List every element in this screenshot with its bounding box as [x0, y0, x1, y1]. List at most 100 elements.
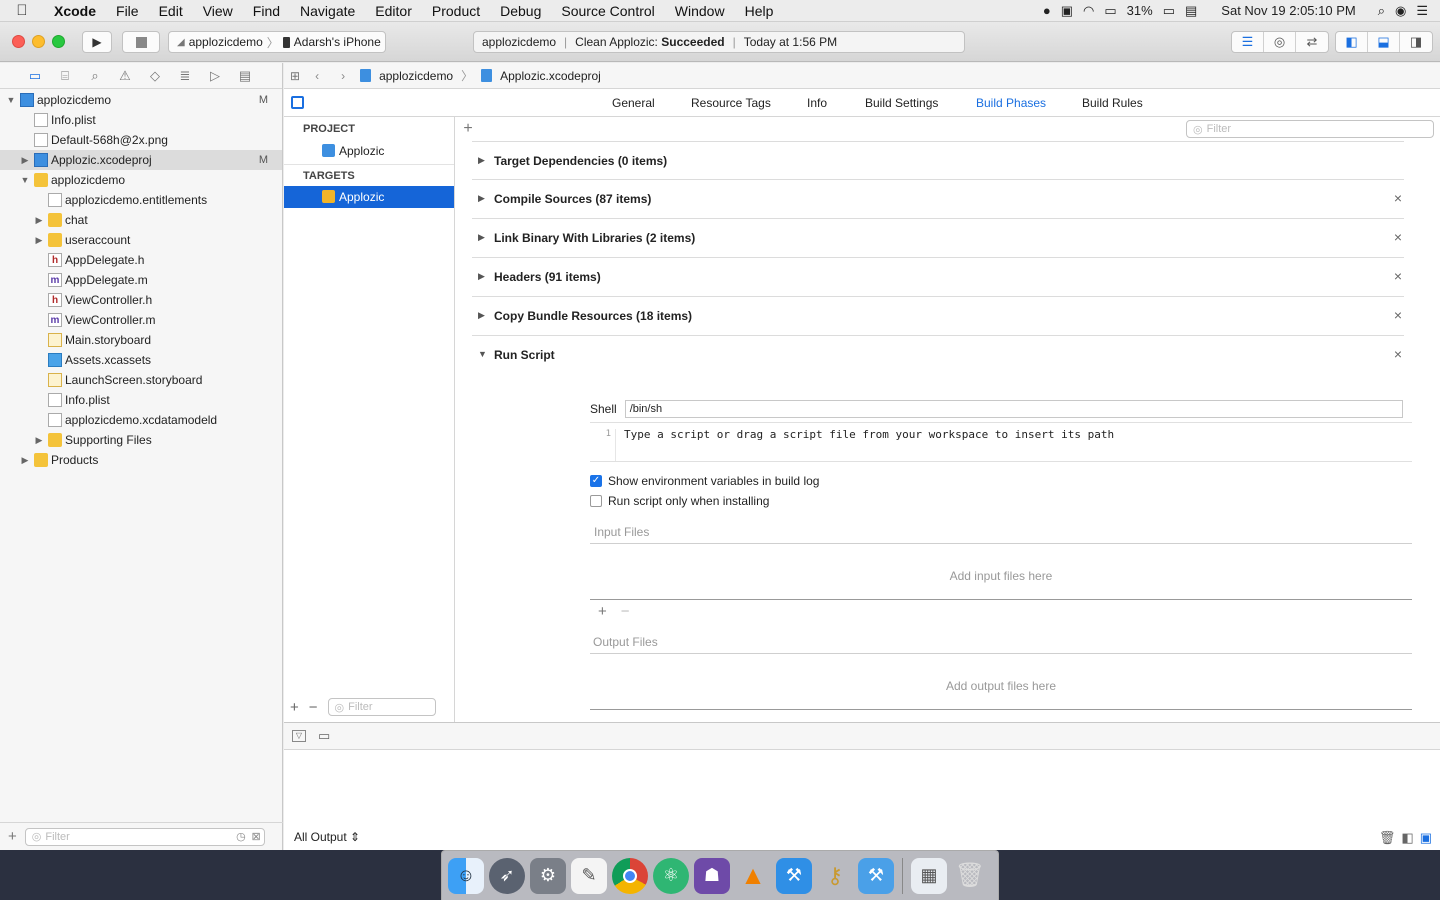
scm-filter-icon[interactable]: ⊠	[252, 830, 261, 843]
menu-view[interactable]: View	[193, 0, 243, 22]
keychain-icon[interactable]: ⚷	[817, 858, 853, 894]
phase-target-dependencies[interactable]: ▶ Target Dependencies (0 items)	[472, 141, 1404, 180]
report-icon[interactable]: ▤	[230, 68, 260, 84]
input-files-empty[interactable]: Add input files here	[590, 569, 1412, 583]
tree-row-group[interactable]: ▶ useraccount	[0, 230, 282, 250]
stop-button[interactable]	[122, 31, 160, 53]
clock[interactable]: Sat Nov 19 2:05:10 PM	[1221, 3, 1355, 18]
navigator-toggle-icon[interactable]: ◧	[1336, 32, 1368, 52]
output-selector[interactable]: All Output ⇕	[294, 830, 360, 844]
tab-resource-tags[interactable]: Resource Tags	[691, 96, 771, 110]
standard-editor-icon[interactable]: ☰	[1232, 32, 1264, 52]
show-env-vars-checkbox[interactable]: ✓ Show environment variables in build lo…	[590, 474, 819, 488]
version-editor-icon[interactable]: ⇄	[1296, 32, 1328, 52]
phase-link-binary[interactable]: ▶ Link Binary With Libraries (2 items) ×	[472, 219, 1404, 258]
apple-menu-icon[interactable]: 	[0, 2, 44, 19]
delete-phase-icon[interactable]: ×	[1394, 268, 1402, 284]
menu-file[interactable]: File	[106, 0, 149, 22]
disclosure-open-icon[interactable]: ▼	[6, 90, 16, 110]
system-preferences-icon[interactable]: ⚙	[530, 857, 566, 894]
tab-build-phases[interactable]: Build Phases	[976, 96, 1046, 110]
shell-input[interactable]: /bin/sh	[624, 400, 1403, 418]
tree-row-file[interactable]: Main.storyboard	[0, 330, 282, 350]
textedit-icon[interactable]: ✎	[571, 857, 607, 894]
tab-build-rules[interactable]: Build Rules	[1082, 96, 1143, 110]
menu-source-control[interactable]: Source Control	[551, 0, 664, 22]
minimize-window-button[interactable]	[32, 35, 45, 48]
phase-run-script[interactable]: ▼ Run Script ×	[472, 336, 1404, 375]
atom-icon[interactable]: ⚛	[653, 857, 689, 894]
vlc-icon[interactable]: ▲	[735, 858, 771, 894]
github-desktop-icon[interactable]: ☗	[694, 857, 730, 894]
notification-center-icon[interactable]: ☰	[1416, 3, 1428, 19]
utilities-toggle-icon[interactable]: ◨	[1400, 32, 1432, 52]
tree-row-group[interactable]: ▶ Supporting Files	[0, 430, 282, 450]
forward-arrow-icon[interactable]: ›	[334, 69, 352, 83]
battery-percent[interactable]: 31%	[1127, 3, 1153, 18]
targets-filter-input[interactable]: ◎ Filter	[327, 698, 436, 716]
hide-debug-area-icon[interactable]: ▽	[292, 730, 306, 742]
xcode-icon[interactable]: ⚒	[776, 857, 812, 894]
trash-icon[interactable]: 🗑	[1379, 830, 1396, 846]
warning-icon[interactable]: ⚠	[110, 68, 140, 84]
assistant-editor-icon[interactable]: ◎	[1264, 32, 1296, 52]
certificate-icon[interactable]: ▦	[911, 857, 947, 894]
tree-row-xcodeproj[interactable]: ▶ Applozic.xcodeproj M	[0, 150, 282, 170]
tree-row-file[interactable]: h ViewController.h	[0, 290, 282, 310]
spotlight-icon[interactable]: ⌕	[1378, 3, 1385, 19]
tab-general[interactable]: General	[612, 96, 655, 110]
tree-row-file[interactable]: applozicdemo.xcdatamodeld	[0, 410, 282, 430]
disclosure-closed-icon[interactable]: ▶	[478, 310, 485, 321]
folder-icon[interactable]: ▭	[20, 68, 50, 84]
tree-row-file[interactable]: applozicdemo.entitlements	[0, 190, 282, 210]
menu-edit[interactable]: Edit	[149, 0, 193, 22]
printer-icon[interactable]: ▣	[1061, 3, 1073, 19]
app-menu[interactable]: Xcode	[44, 0, 106, 22]
add-target-icon[interactable]: +	[290, 699, 299, 716]
run-only-installing-checkbox[interactable]: Run script only when installing	[590, 494, 769, 508]
phases-filter-input[interactable]: ◎ Filter	[1186, 120, 1434, 138]
close-window-button[interactable]	[12, 35, 25, 48]
disclosure-closed-icon[interactable]: ▶	[34, 230, 44, 250]
disclosure-open-icon[interactable]: ▼	[20, 170, 30, 190]
menu-product[interactable]: Product	[422, 0, 490, 22]
add-icon[interactable]: +	[8, 828, 17, 845]
menu-find[interactable]: Find	[243, 0, 290, 22]
phase-copy-bundle-resources[interactable]: ▶ Copy Bundle Resources (18 items) ×	[472, 297, 1404, 336]
disclosure-closed-icon[interactable]: ▶	[20, 150, 30, 170]
related-items-icon[interactable]: ⊞	[290, 69, 300, 83]
add-input-file-icon[interactable]: +	[598, 603, 607, 620]
disclosure-open-icon[interactable]: ▼	[478, 349, 487, 359]
output-files-empty[interactable]: Add output files here	[590, 679, 1412, 693]
hide-targets-icon[interactable]	[291, 96, 304, 109]
scheme-selector[interactable]: ◢ applozicdemo 〉 Adarsh's iPhone	[168, 31, 386, 53]
disclosure-closed-icon[interactable]: ▶	[478, 232, 485, 243]
tree-row-file[interactable]: Default-568h@2x.png	[0, 130, 282, 150]
remove-target-icon[interactable]: −	[309, 699, 318, 716]
disclosure-closed-icon[interactable]: ▶	[478, 271, 485, 282]
phase-compile-sources[interactable]: ▶ Compile Sources (87 items) ×	[472, 180, 1404, 219]
menu-navigate[interactable]: Navigate	[290, 0, 365, 22]
tree-row-file[interactable]: Info.plist	[0, 110, 282, 130]
xcode-beta-icon[interactable]: ⚒	[858, 857, 894, 894]
breakpoint-icon[interactable]: ▷	[200, 68, 230, 84]
phase-headers[interactable]: ▶ Headers (91 items) ×	[472, 258, 1404, 297]
delete-phase-icon[interactable]: ×	[1394, 229, 1402, 245]
add-phase-icon[interactable]: +	[460, 120, 476, 138]
navigator-filter-input[interactable]: ◎ Filter ◷ ⊠	[24, 827, 265, 846]
disclosure-closed-icon[interactable]: ▶	[34, 210, 44, 230]
zoom-window-button[interactable]	[52, 35, 65, 48]
checkbox-empty-icon[interactable]	[590, 495, 602, 507]
menu-help[interactable]: Help	[735, 0, 784, 22]
breadcrumb-xcodeproj[interactable]: Applozic.xcodeproj	[500, 69, 601, 83]
tab-info[interactable]: Info	[807, 96, 827, 110]
tree-row-file[interactable]: Assets.xcassets	[0, 350, 282, 370]
menu-editor[interactable]: Editor	[365, 0, 422, 22]
delete-phase-icon[interactable]: ×	[1394, 190, 1402, 206]
back-arrow-icon[interactable]: ‹	[308, 69, 326, 83]
script-editor[interactable]: 1 Type a script or drag a script file fr…	[590, 422, 1412, 462]
tree-row-group[interactable]: ▶ chat	[0, 210, 282, 230]
menu-debug[interactable]: Debug	[490, 0, 551, 22]
console-area[interactable]: All Output ⇕ 🗑 ◧ ▣	[284, 751, 1440, 850]
target-item[interactable]: Applozic	[284, 186, 454, 208]
